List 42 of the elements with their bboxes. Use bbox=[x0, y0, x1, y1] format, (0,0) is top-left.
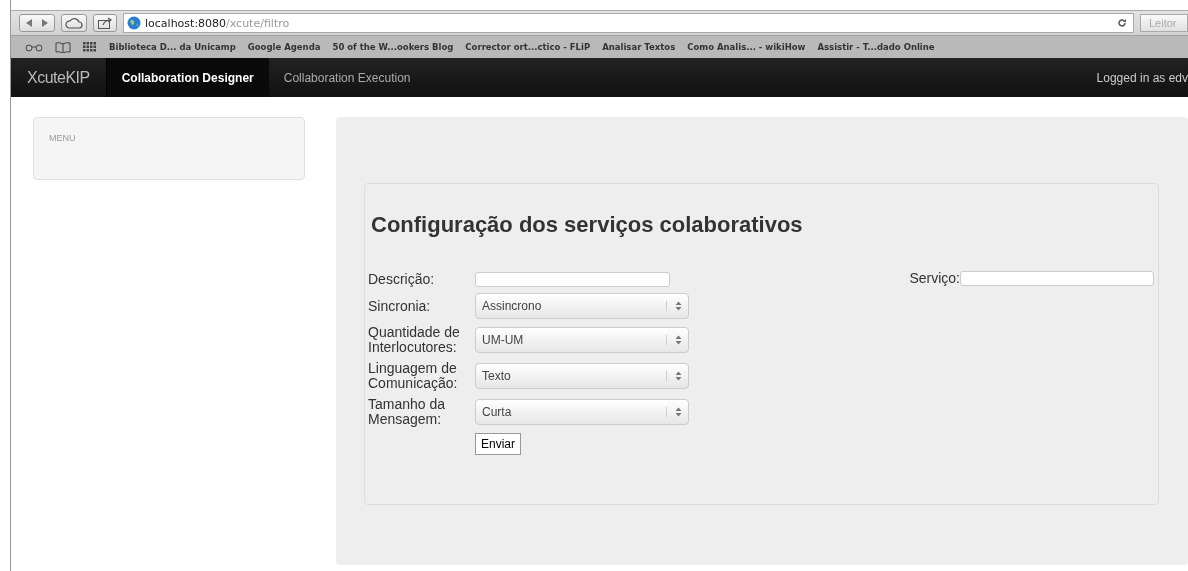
submit-button[interactable]: Enviar bbox=[475, 433, 521, 455]
select-field[interactable]: Assincrono bbox=[475, 293, 689, 319]
glasses-icon[interactable] bbox=[25, 42, 43, 52]
text-field[interactable] bbox=[960, 270, 1154, 286]
bookmark-link[interactable]: Corrector ort...ctico - FLiP bbox=[465, 42, 591, 52]
field-label: Linguagem de Comunicação: bbox=[368, 361, 459, 391]
stepper-icon[interactable] bbox=[666, 407, 682, 417]
bookmark-link[interactable]: Google Agenda bbox=[247, 42, 321, 52]
field-label: Quantidade de Interlocutores: bbox=[368, 325, 461, 355]
stepper-icon[interactable] bbox=[666, 335, 682, 345]
bookmark-link[interactable]: Biblioteca D... da Unicamp bbox=[109, 42, 236, 52]
nav-tab[interactable]: Collaboration Designer bbox=[106, 58, 269, 97]
brand-link[interactable]: XcuteKIP bbox=[11, 58, 107, 97]
share-button[interactable] bbox=[93, 14, 117, 32]
form-title: Configuração dos serviços colaborativos bbox=[371, 212, 804, 238]
bookmark-link[interactable]: Analisar Textos bbox=[602, 42, 676, 52]
field-label: Tamanho da Mensagem: bbox=[368, 397, 447, 427]
address-bar[interactable]: localhost:8080/xcute/filtro bbox=[123, 13, 1134, 33]
back-forward-buttons[interactable] bbox=[19, 14, 55, 32]
stepper-icon[interactable] bbox=[666, 301, 682, 311]
text-field[interactable] bbox=[475, 272, 670, 287]
select-field[interactable]: UM-UM bbox=[475, 327, 689, 353]
select-field[interactable]: Curta bbox=[475, 399, 689, 425]
bookmark-link[interactable]: Como Analis... - wikiHow bbox=[687, 42, 806, 52]
cloud-icon[interactable] bbox=[65, 17, 83, 29]
field-label: Sincronia: bbox=[368, 298, 432, 314]
field-label: Descrição: bbox=[368, 272, 436, 287]
book-icon[interactable] bbox=[55, 41, 71, 53]
share-icon[interactable] bbox=[97, 17, 113, 29]
bookmark-link[interactable]: Assistir - T...dado Online bbox=[817, 42, 935, 52]
reload-icon[interactable] bbox=[1117, 18, 1127, 28]
menu-heading: MENU bbox=[48, 132, 77, 143]
select-field[interactable]: Texto bbox=[475, 363, 689, 389]
globe-icon[interactable] bbox=[127, 16, 141, 30]
grid-icon[interactable] bbox=[83, 42, 97, 52]
bookmark-link[interactable]: 50 of the W...ookers Blog bbox=[332, 42, 454, 52]
field-label: Serviço: bbox=[909, 270, 960, 286]
stepper-icon[interactable] bbox=[666, 371, 682, 381]
cloud-button[interactable] bbox=[61, 14, 87, 32]
user-status: Logged in as edv bbox=[1096, 69, 1188, 87]
nav-tab[interactable]: Collaboration Execution bbox=[268, 58, 426, 97]
url-text: localhost:8080/xcute/filtro bbox=[145, 16, 290, 30]
